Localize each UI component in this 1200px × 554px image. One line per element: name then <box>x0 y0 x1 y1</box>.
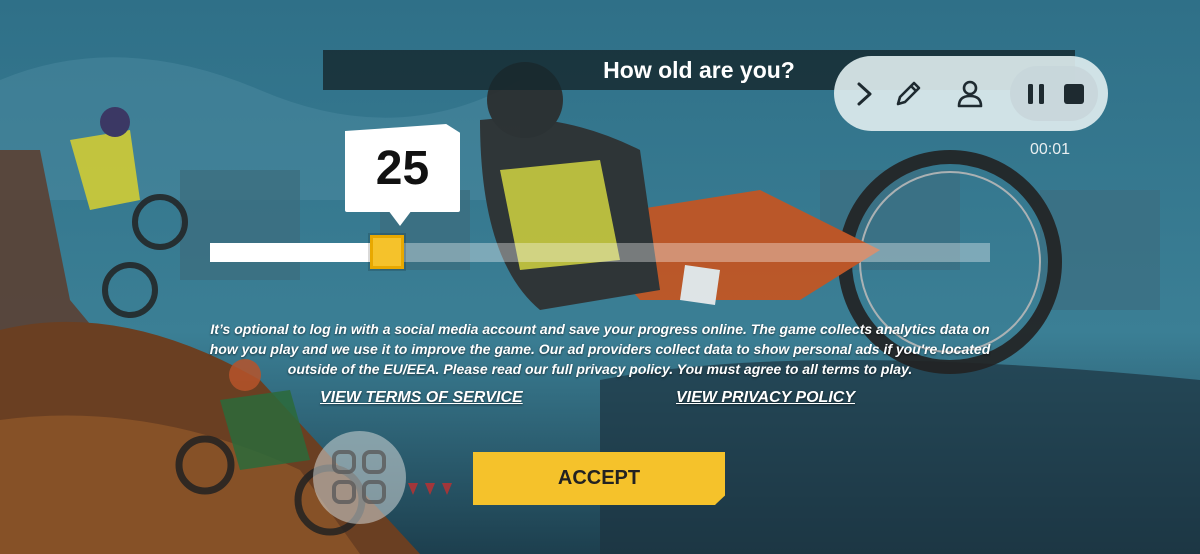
privacy-disclaimer: It’s optional to log in with a social me… <box>209 321 991 377</box>
assistive-touch-button[interactable] <box>313 431 406 524</box>
bubble-pointer <box>388 210 412 226</box>
age-slider[interactable] <box>210 235 990 269</box>
age-slider-fill <box>210 243 388 262</box>
age-value-bubble: 25 <box>345 124 460 212</box>
privacy-policy-link[interactable]: VIEW PRIVACY POLICY <box>676 389 855 407</box>
person-icon[interactable] <box>952 76 988 112</box>
grid-icon <box>332 450 386 504</box>
stop-icon[interactable] <box>1056 76 1092 112</box>
age-value: 25 <box>375 141 430 195</box>
recording-timer: 00:01 <box>1030 141 1071 158</box>
dialog-title: How old are you? <box>603 56 795 83</box>
screen-recorder-toolbar <box>834 56 1108 131</box>
chevron-right-icon[interactable] <box>846 76 882 112</box>
accept-button-label: ACCEPT <box>557 467 641 489</box>
terms-of-service-link[interactable]: VIEW TERMS OF SERVICE <box>320 389 523 407</box>
age-slider-thumb[interactable] <box>370 235 405 269</box>
recording-controls <box>1010 66 1098 121</box>
pencil-icon[interactable] <box>890 76 926 112</box>
accept-button[interactable]: ACCEPT <box>473 452 725 505</box>
pause-icon[interactable] <box>1018 76 1054 112</box>
